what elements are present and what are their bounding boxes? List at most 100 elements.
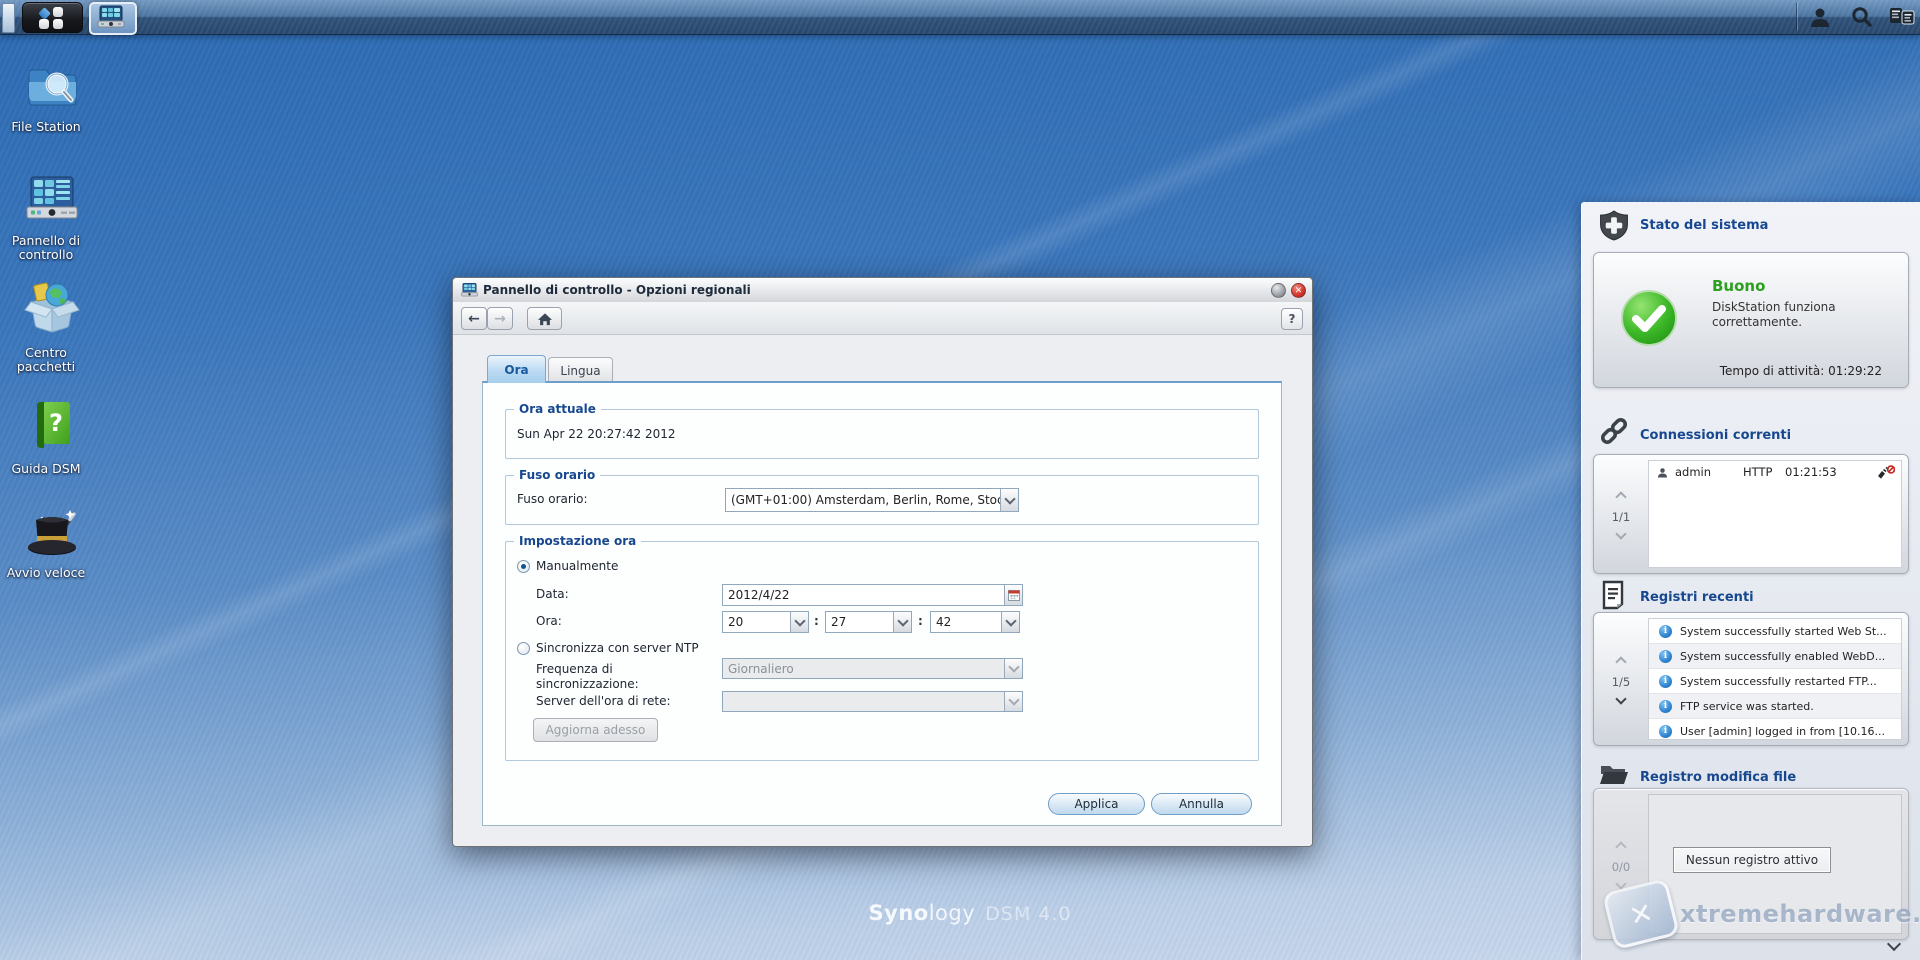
update-now-button[interactable]: Aggiorna adesso [533, 718, 658, 742]
manual-radio[interactable] [517, 560, 530, 573]
version-text: DSM 4.0 [985, 903, 1071, 925]
desktop-icon-label[interactable]: Guida DSM [0, 462, 92, 476]
dropdown-button[interactable] [790, 612, 808, 632]
uptime-value: Tempo di attività: 01:29:22 [1720, 364, 1882, 378]
user-menu-button[interactable] [1802, 5, 1838, 29]
pager-label: 1/1 [1612, 510, 1631, 524]
recent-logs-panel: 1/5 iSystem successfully started Web St.… [1593, 612, 1909, 746]
calendar-button[interactable] [1004, 585, 1022, 605]
ntp-server-label: Server dell'ora di rete: [536, 694, 671, 708]
system-status-title: Stato del sistema [1640, 218, 1768, 233]
taskbar-item-control-panel[interactable] [89, 2, 137, 35]
second-select[interactable]: 42 [930, 611, 1020, 633]
main-menu-button[interactable] [22, 2, 83, 33]
log-row[interactable]: iSystem successfully started Web St... [1649, 619, 1901, 644]
close-button[interactable]: ✕ [1291, 283, 1306, 298]
manual-radio-label[interactable]: Manualmente [536, 559, 618, 573]
help-button[interactable]: ? [1281, 308, 1303, 330]
timezone-select[interactable]: (GMT+01:00) Amsterdam, Berlin, Rome, Sto… [725, 488, 1019, 512]
dsm-wordmark: Synology DSM 4.0 [840, 901, 1100, 925]
info-icon: i [1659, 725, 1672, 738]
apply-button[interactable]: Applica [1048, 793, 1145, 815]
frequency-select[interactable]: Giornaliero [722, 658, 1023, 679]
desktop-icon-package-center[interactable] [6, 282, 98, 337]
control-panel-window: Pannello di controllo - Opzioni regional… [452, 277, 1313, 847]
time-separator: : [918, 614, 923, 628]
back-button[interactable]: ← [461, 307, 487, 330]
connection-time: 01:21:53 [1785, 465, 1837, 479]
desktop-icon-control-panel[interactable] [6, 176, 98, 225]
logs-list: iSystem successfully started Web St... i… [1648, 618, 1902, 740]
frequency-label: Frequenza di sincronizzazione: [536, 662, 671, 692]
forward-button[interactable]: → [487, 307, 513, 330]
pager-up-icon[interactable] [1615, 656, 1626, 667]
show-desktop-button[interactable] [2, 3, 15, 33]
desktop-icon-label[interactable]: Centro pacchetti [0, 346, 92, 374]
ntp-radio[interactable] [517, 642, 530, 655]
system-status-icon [1599, 210, 1629, 241]
desktop-icon-file-station[interactable] [6, 62, 98, 115]
pager-down-icon [1615, 878, 1626, 889]
chevron-down-icon [1004, 493, 1015, 504]
pager-label: 0/0 [1612, 860, 1631, 874]
ntp-server-select[interactable] [722, 691, 1023, 712]
date-input[interactable]: 2012/4/22 [722, 584, 1023, 606]
tab-lingua[interactable]: Lingua [548, 357, 613, 383]
connection-row[interactable]: admin HTTP 01:21:53 [1649, 461, 1901, 483]
search-button[interactable] [1844, 5, 1880, 29]
connections-list: admin HTTP 01:21:53 [1648, 460, 1902, 568]
disconnect-icon[interactable] [1877, 465, 1895, 479]
system-status-panel: Buono DiskStation funziona correttamente… [1593, 252, 1909, 388]
desktop-icon-label[interactable]: Pannello di controllo [0, 234, 92, 262]
dropdown-button[interactable] [1001, 612, 1019, 632]
info-icon: i [1659, 625, 1672, 638]
file-station-icon [24, 62, 80, 112]
home-button[interactable] [527, 307, 562, 330]
dropdown-button[interactable] [1000, 489, 1018, 511]
recent-logs-icon [1600, 580, 1628, 610]
sidebar-collapse-button[interactable] [1884, 938, 1904, 952]
dropdown-button[interactable] [1004, 692, 1022, 711]
desktop-icon-label[interactable]: Avvio veloce [0, 566, 92, 580]
log-row[interactable]: iSystem successfully enabled WebD... [1649, 644, 1901, 669]
hour-select[interactable]: 20 [722, 611, 809, 633]
minute-select[interactable]: 27 [825, 611, 912, 633]
calendar-icon [1008, 589, 1020, 601]
status-description: DiskStation funziona correttamente. [1712, 300, 1887, 330]
pager-up-icon[interactable] [1615, 491, 1626, 502]
control-panel-icon [97, 5, 125, 29]
system-health-sidebar: Stato del sistema Buono DiskStation funz… [1581, 202, 1920, 960]
pager-down-icon[interactable] [1615, 528, 1626, 539]
window-titlebar[interactable]: Pannello di controllo - Opzioni regional… [453, 278, 1312, 303]
file-log-panel: 0/0 Nessun registro attivo [1593, 788, 1909, 940]
svg-text:?: ? [49, 409, 63, 437]
desktop-icon-label[interactable]: File Station [0, 120, 92, 134]
file-log-icon [1599, 762, 1629, 787]
desktop-icon-dsm-help[interactable]: ? [6, 400, 98, 453]
log-row[interactable]: iUser [admin] logged in from [10.16... [1649, 719, 1901, 740]
log-row[interactable]: iFTP service was started. [1649, 694, 1901, 719]
tab-ora[interactable]: Ora [487, 355, 546, 383]
date-label: Data: [536, 587, 569, 601]
home-icon [537, 312, 553, 326]
recent-logs-title: Registri recenti [1640, 590, 1754, 605]
current-time-group: Ora attuale Sun Apr 22 20:27:42 2012 [505, 409, 1259, 459]
desktop-icon-quick-start[interactable] [6, 506, 98, 561]
dropdown-button[interactable] [893, 612, 911, 632]
search-icon [1850, 6, 1874, 28]
timezone-group: Fuso orario Fuso orario: (GMT+01:00) Ams… [505, 475, 1259, 525]
control-panel-icon [24, 176, 80, 222]
dropdown-button[interactable] [1004, 659, 1022, 678]
chevron-down-icon [1008, 661, 1019, 672]
logs-pager: 1/5 [1594, 613, 1648, 745]
minimize-button[interactable] [1271, 283, 1286, 298]
taskbar [0, 0, 1920, 35]
connections-panel: 1/1 admin HTTP 01:21:53 [1593, 454, 1909, 574]
ntp-radio-label[interactable]: Sincronizza con server NTP [536, 641, 699, 655]
log-row[interactable]: iSystem successfully restarted FTP... [1649, 669, 1901, 694]
cancel-button[interactable]: Annulla [1151, 793, 1252, 815]
pilot-view-button[interactable] [1884, 5, 1920, 29]
time-label: Ora: [536, 614, 562, 628]
file-log-title: Registro modifica file [1640, 770, 1796, 785]
pager-down-icon[interactable] [1615, 693, 1626, 704]
